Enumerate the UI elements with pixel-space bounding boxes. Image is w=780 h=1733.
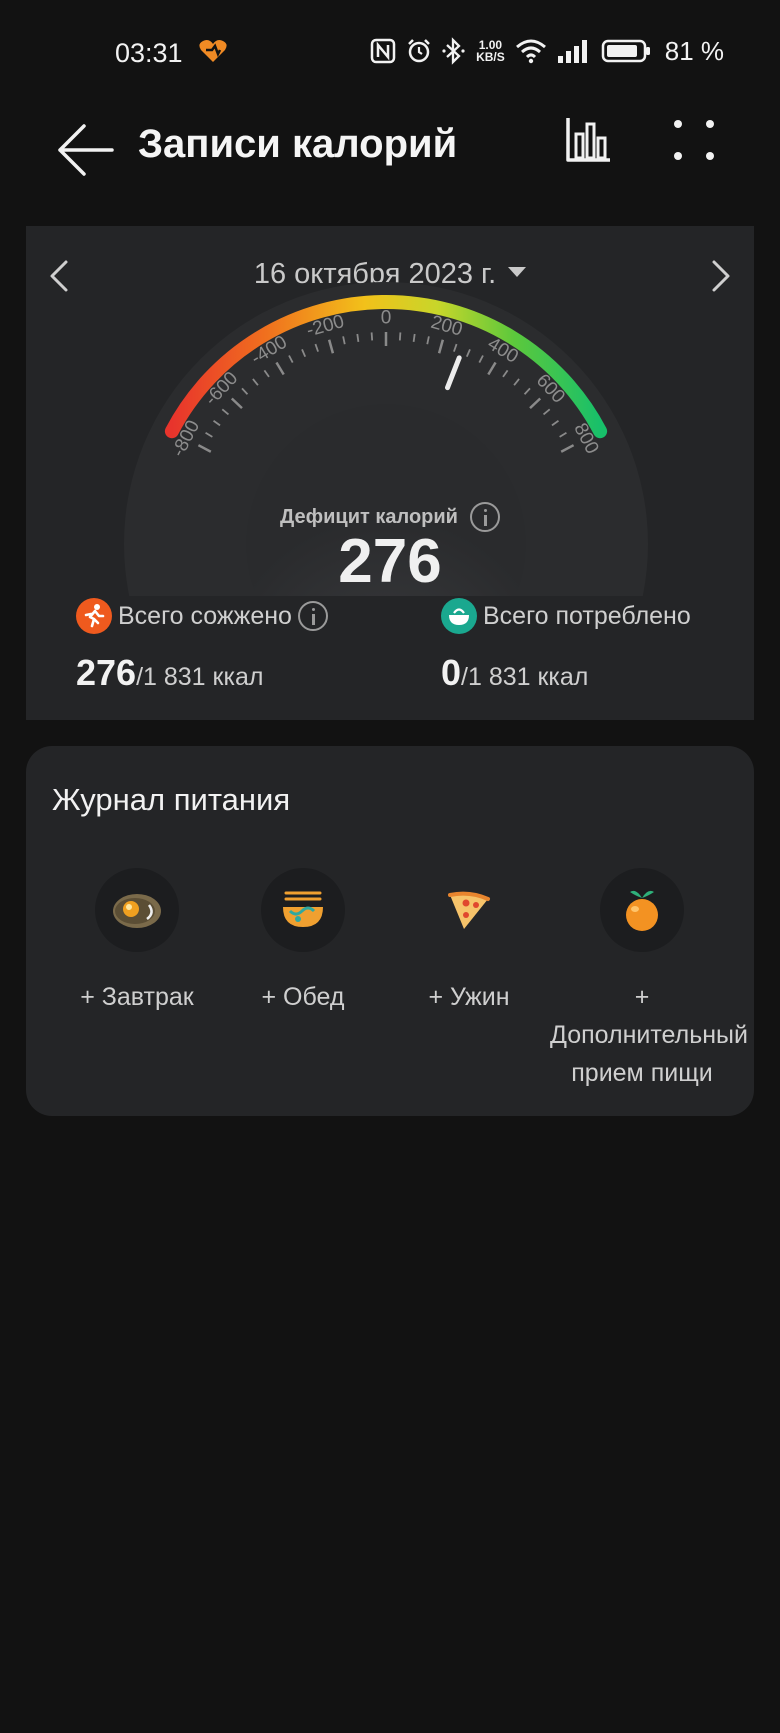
status-bar: 03:31 1.00 KB/S 81 %: [0, 0, 780, 100]
gauge-tick: [398, 332, 402, 341]
journal-title: Журнал питания: [52, 782, 291, 817]
app-header: Записи калорий: [0, 100, 780, 200]
gauge-tick-label: 0: [381, 308, 392, 329]
burned-info-icon[interactable]: [297, 601, 328, 631]
add-breakfast-button[interactable]: + Завтрак: [52, 868, 222, 1016]
gauge-tick: [356, 333, 360, 342]
meal-label: + Ужин: [428, 983, 510, 1011]
network-speed-unit: KB/S: [476, 50, 505, 64]
add-extra-meal-button[interactable]: + Дополнительный прием пищи: [550, 868, 748, 1092]
more-options-icon[interactable]: [668, 114, 720, 166]
calorie-summary-card: 16 октября 2023 г. -800 -600 -400 -200 0 200 4…: [26, 226, 754, 720]
consumed-value: 0: [441, 652, 462, 693]
gauge-tick: [412, 333, 416, 342]
nfc-icon: [370, 38, 396, 64]
status-time: 03:31: [115, 38, 183, 68]
fried-egg-icon: [95, 868, 179, 952]
noodle-bowl-icon: [261, 868, 345, 952]
add-lunch-button[interactable]: + Обед: [218, 868, 388, 1016]
status-icons: 1.00 KB/S 81 %: [370, 36, 724, 66]
pizza-slice-icon: [427, 868, 511, 952]
add-dinner-button[interactable]: + Ужин: [384, 868, 554, 1016]
running-icon: [76, 598, 112, 634]
health-app-icon: [199, 40, 227, 62]
bar-chart-icon[interactable]: [562, 112, 616, 168]
meal-label: + Дополнительный прием пищи: [550, 983, 748, 1087]
burned-stat: Всего сожжено 276/1 831 ккал: [76, 598, 328, 694]
meal-label: + Обед: [261, 983, 345, 1011]
signal-icon: [557, 40, 587, 63]
orange-fruit-icon: [600, 868, 684, 952]
bluetooth-icon: [442, 37, 465, 65]
consumed-label: Всего потреблено: [483, 601, 691, 630]
battery-icon: [601, 39, 650, 63]
food-journal-card: Журнал питания + Завтрак + Обед + Ужин +…: [26, 746, 754, 1116]
meal-label: + Завтрак: [80, 983, 194, 1011]
network-speed: 1.00 KB/S: [476, 39, 505, 63]
deficit-value: 276: [338, 527, 442, 596]
food-bowl-icon: [441, 598, 477, 634]
gauge-tick: [370, 332, 374, 341]
consumed-stat: Всего потреблено 0/1 831 ккал: [441, 598, 691, 694]
wifi-icon: [515, 39, 546, 64]
burned-value: 276: [76, 652, 137, 693]
page-title: Записи калорий: [138, 122, 458, 166]
burned-goal: /1 831 ккал: [136, 663, 264, 691]
consumed-goal: /1 831 ккал: [461, 663, 589, 691]
alarm-icon: [408, 39, 430, 63]
back-arrow-icon[interactable]: [54, 118, 118, 182]
battery-percent: 81 %: [664, 35, 724, 66]
burned-label: Всего сожжено: [118, 601, 292, 630]
